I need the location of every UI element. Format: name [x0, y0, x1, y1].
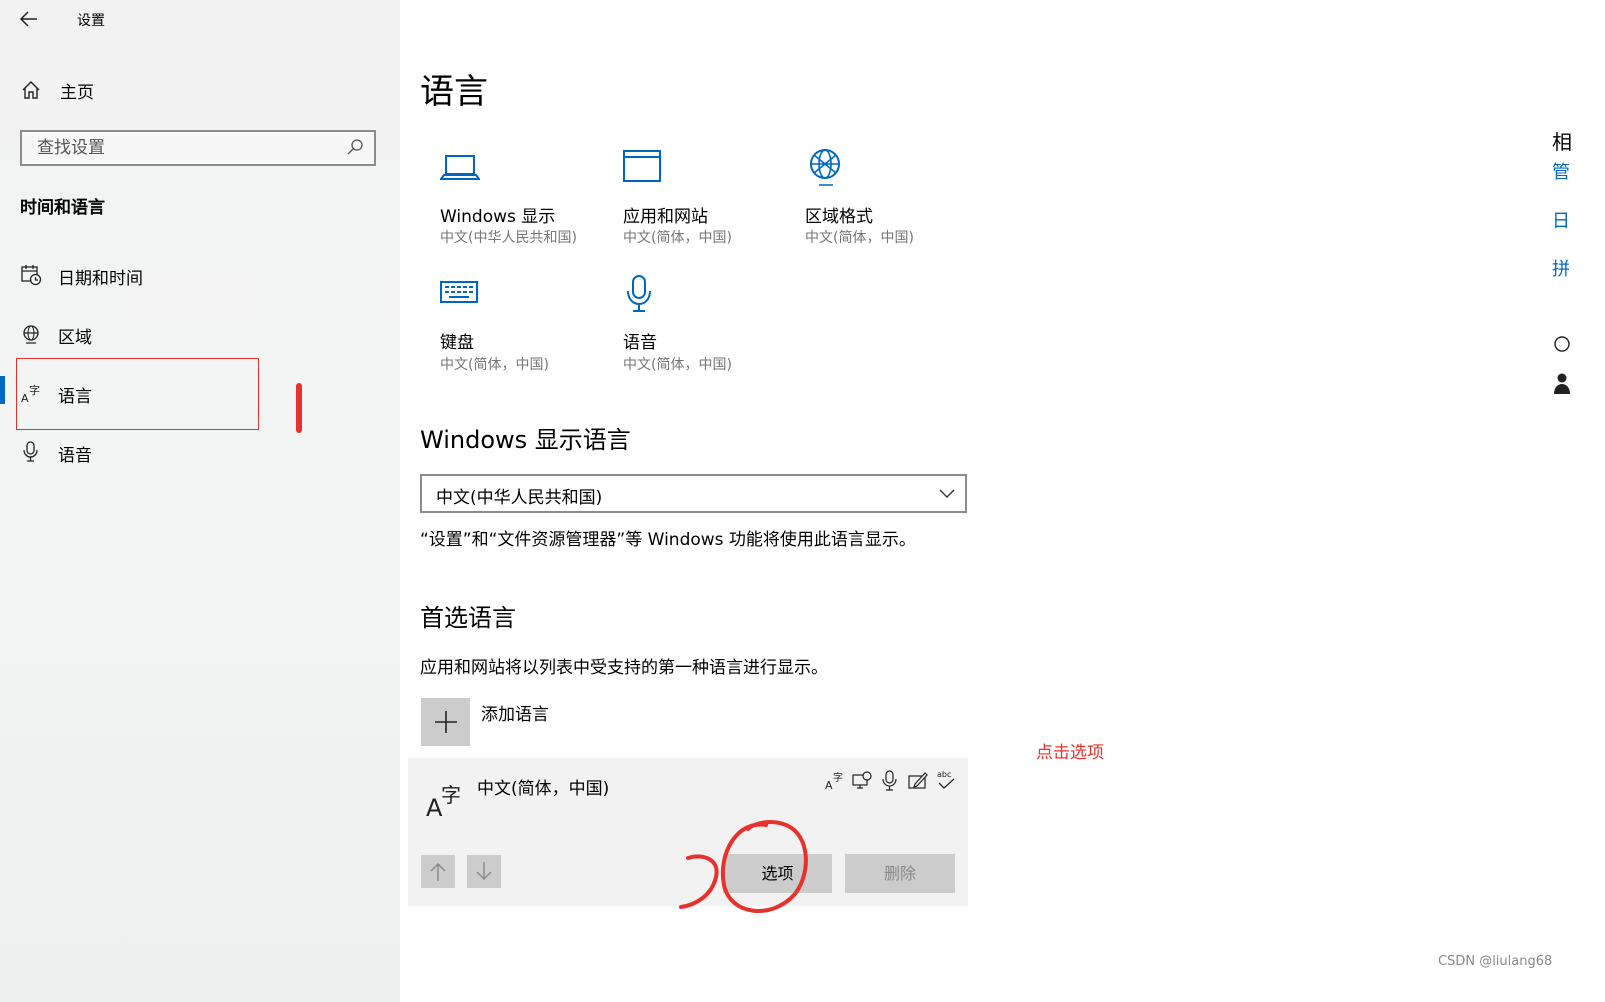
- add-language-button[interactable]: [421, 698, 470, 746]
- svg-text:A: A: [825, 779, 833, 792]
- spell-check-feature-icon: abc: [935, 768, 957, 792]
- preferred-languages-heading: 首选语言: [420, 604, 516, 632]
- chevron-down-icon: [939, 487, 955, 499]
- laptop-icon: [440, 146, 480, 186]
- nav-home-label: 主页: [60, 83, 94, 103]
- tile-title: Windows 显示: [440, 207, 556, 227]
- svg-text:字: 字: [833, 771, 843, 784]
- text-to-speech-feature-icon: [851, 770, 873, 792]
- arrow-up-icon: [429, 862, 447, 882]
- feedback-person-icon[interactable]: [1552, 372, 1570, 396]
- sidebar: 设置 主页 时间和语言 日期和时间 区域 A字 语言: [0, 0, 400, 1002]
- display-language-dropdown[interactable]: 中文(中华人民共和国): [420, 474, 967, 513]
- sidebar-item-date-time[interactable]: 日期和时间: [18, 262, 318, 290]
- related-link-1[interactable]: 管: [1552, 158, 1572, 184]
- svg-text:字: 字: [441, 783, 461, 807]
- tile-speech[interactable]: 语音 中文(简体，中国): [623, 274, 793, 374]
- handwriting-feature-icon: [907, 770, 929, 792]
- nav-home[interactable]: 主页: [18, 78, 318, 104]
- tile-title: 键盘: [440, 333, 474, 353]
- tile-windows-display[interactable]: Windows 显示 中文(中华人民共和国): [440, 146, 610, 246]
- language-icon: A字: [426, 776, 466, 820]
- search-icon[interactable]: [346, 138, 364, 156]
- microphone-icon: [20, 441, 42, 463]
- window-title: 设置: [77, 13, 105, 29]
- add-language-label[interactable]: 添加语言: [481, 700, 549, 725]
- back-button[interactable]: [18, 8, 42, 32]
- tile-regional-format[interactable]: 区域格式 中文(简体，中国): [805, 146, 975, 246]
- tile-title: 区域格式: [805, 207, 873, 227]
- back-arrow-icon: [18, 8, 42, 30]
- globe-icon: [20, 323, 42, 345]
- window-icon: [623, 146, 663, 186]
- preferred-languages-description: 应用和网站将以列表中受支持的第一种语言进行显示。: [420, 658, 828, 678]
- move-up-button[interactable]: [421, 855, 455, 888]
- speech-recognition-feature-icon: [879, 770, 901, 792]
- tile-title: 应用和网站: [623, 207, 708, 227]
- dropdown-selected-value: 中文(中华人民共和国): [436, 488, 603, 508]
- sidebar-item-label: 语音: [58, 446, 92, 466]
- page-title: 语言: [420, 72, 488, 112]
- plus-icon: [434, 710, 458, 734]
- tile-title: 语音: [623, 333, 657, 353]
- annotation-highlight-box: [16, 358, 259, 430]
- nav-section-title: 时间和语言: [20, 198, 105, 218]
- tile-subtitle: 中文(简体，中国): [805, 230, 914, 246]
- remove-button[interactable]: 删除: [845, 854, 955, 893]
- tile-keyboard[interactable]: 键盘 中文(简体，中国): [440, 274, 610, 374]
- annotation-circle: [679, 820, 808, 913]
- tile-subtitle: 中文(简体，中国): [623, 357, 732, 373]
- display-language-heading: Windows 显示语言: [420, 426, 631, 454]
- related-link-3[interactable]: 拼: [1552, 255, 1572, 281]
- related-settings-heading: 相: [1552, 130, 1572, 154]
- tile-subtitle: 中文(简体，中国): [623, 230, 732, 246]
- arrow-down-icon: [475, 861, 493, 881]
- tile-apps-websites[interactable]: 应用和网站 中文(简体，中国): [623, 146, 793, 246]
- language-name: 中文(简体，中国): [477, 779, 610, 799]
- help-chat-icon[interactable]: [1552, 335, 1570, 355]
- svg-text:abc: abc: [937, 770, 951, 779]
- display-language-feature-icon: A字: [824, 770, 846, 792]
- selected-indicator: [0, 376, 5, 404]
- keyboard-icon: [440, 274, 480, 314]
- home-icon: [20, 79, 42, 101]
- sidebar-item-label: 日期和时间: [58, 269, 143, 289]
- microphone-icon: [623, 274, 663, 314]
- watermark: CSDN @liulang68: [1438, 954, 1553, 969]
- search-input[interactable]: [35, 132, 339, 164]
- related-link-2[interactable]: 日: [1552, 207, 1572, 233]
- sidebar-item-region[interactable]: 区域: [18, 321, 318, 349]
- sidebar-item-label: 区域: [58, 328, 92, 348]
- calendar-clock-icon: [20, 264, 42, 286]
- tile-subtitle: 中文(简体，中国): [440, 357, 549, 373]
- search-box[interactable]: [20, 130, 376, 166]
- move-down-button[interactable]: [467, 855, 501, 888]
- globe-format-icon: [805, 146, 845, 186]
- sidebar-item-speech[interactable]: 语音: [18, 439, 318, 467]
- display-language-description: “设置”和“文件资源管理器”等 Windows 功能将使用此语言显示。: [420, 530, 916, 550]
- tile-subtitle: 中文(中华人民共和国): [440, 230, 577, 246]
- annotation-hint: 点击选项: [1036, 743, 1104, 763]
- annotation-mark: [296, 383, 302, 433]
